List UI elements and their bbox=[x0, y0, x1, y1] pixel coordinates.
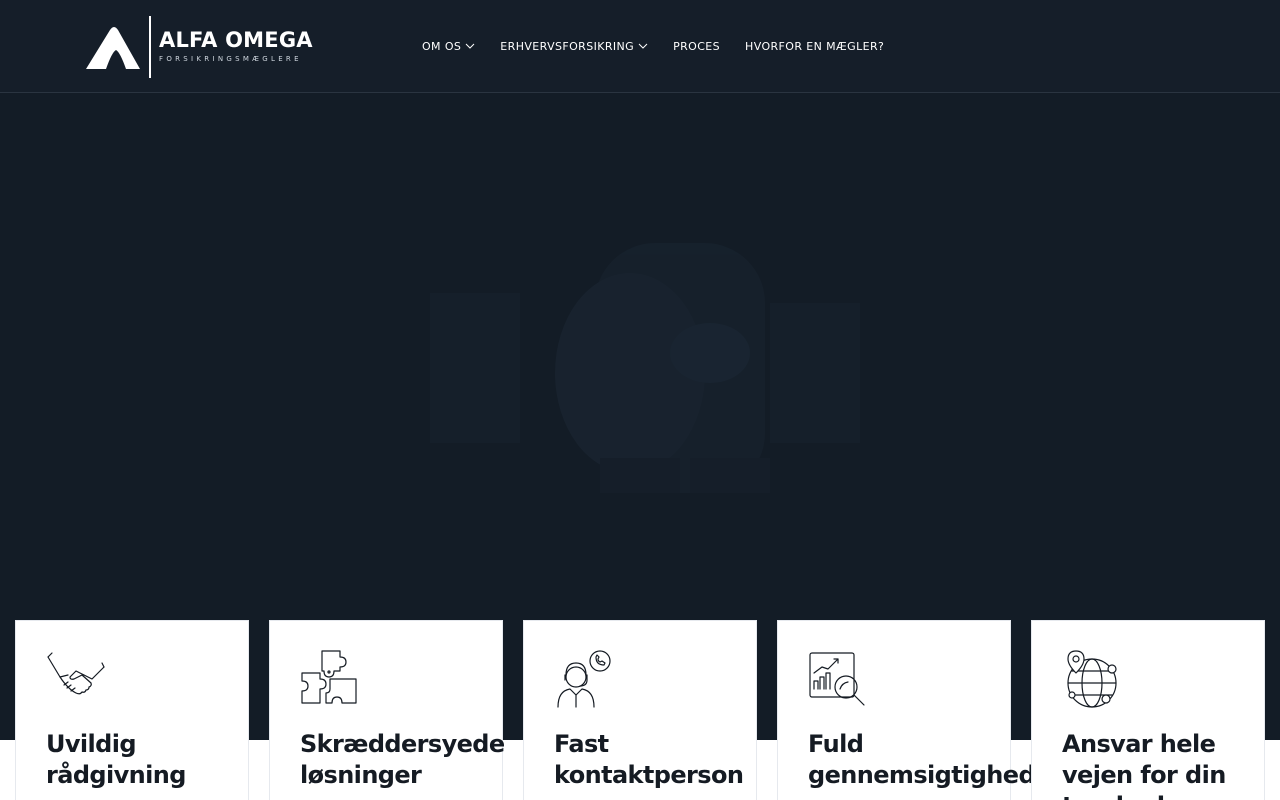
globe-location-icon bbox=[1067, 650, 1117, 708]
nav-item-label: HVORFOR EN MÆGLER? bbox=[745, 39, 885, 53]
feature-card-skraeddersyede-losninger: Skræddersyede løsninger bbox=[269, 620, 505, 800]
support-agent-icon bbox=[557, 650, 611, 708]
card-title: Uvildig rådgivning bbox=[46, 730, 186, 789]
site-header: ALFA OMEGA FORSIKRINGSMÆGLERE OM OS ERHV… bbox=[0, 0, 1280, 93]
nav-item-proces[interactable]: PROCES bbox=[673, 40, 720, 53]
main-nav: OM OS ERHVERVSFORSIKRING PROCES HVORFOR … bbox=[422, 36, 909, 56]
card-title: Skræddersyede løsninger bbox=[300, 730, 505, 789]
nav-item-erhvervsforsikring[interactable]: ERHVERVSFORSIKRING bbox=[500, 40, 648, 53]
nav-item-hvorfor-en-maegler[interactable]: HVORFOR EN MÆGLER? bbox=[745, 40, 884, 53]
feature-card-fuld-gennemsigtighed: Fuld gennemsigtighed bbox=[777, 620, 1036, 800]
chart-magnifier-icon bbox=[809, 652, 865, 706]
chevron-down-icon bbox=[638, 43, 648, 49]
feature-card-ansvar-hele-vejen: Ansvar hele vejen for din tryghed bbox=[1031, 620, 1265, 800]
nav-item-label: ERHVERVSFORSIKRING bbox=[500, 39, 635, 53]
brand-logo[interactable]: ALFA OMEGA FORSIKRINGSMÆGLERE bbox=[86, 16, 313, 78]
logo-subtitle: FORSIKRINGSMÆGLERE bbox=[159, 55, 302, 63]
card-title: Fuld gennemsigtighed bbox=[808, 730, 1036, 789]
logo-divider bbox=[149, 16, 151, 78]
nav-item-label: OM OS bbox=[422, 39, 462, 53]
feature-card-uvildig-radgivning: Uvildig rådgivning bbox=[15, 620, 249, 800]
card-title: Fast kontaktperson bbox=[554, 730, 744, 789]
logo-title: ALFA OMEGA bbox=[159, 28, 313, 52]
handshake-icon bbox=[47, 652, 105, 695]
puzzle-icon bbox=[301, 650, 357, 704]
hero-background-image bbox=[430, 243, 860, 493]
feature-card-fast-kontaktperson: Fast kontaktperson bbox=[523, 620, 757, 800]
card-title: Ansvar hele vejen for din tryghed bbox=[1062, 730, 1226, 800]
logo-mark-icon bbox=[86, 27, 140, 69]
nav-item-label: PROCES bbox=[673, 39, 721, 53]
chevron-down-icon bbox=[465, 43, 475, 49]
nav-item-om-os[interactable]: OM OS bbox=[422, 40, 475, 53]
